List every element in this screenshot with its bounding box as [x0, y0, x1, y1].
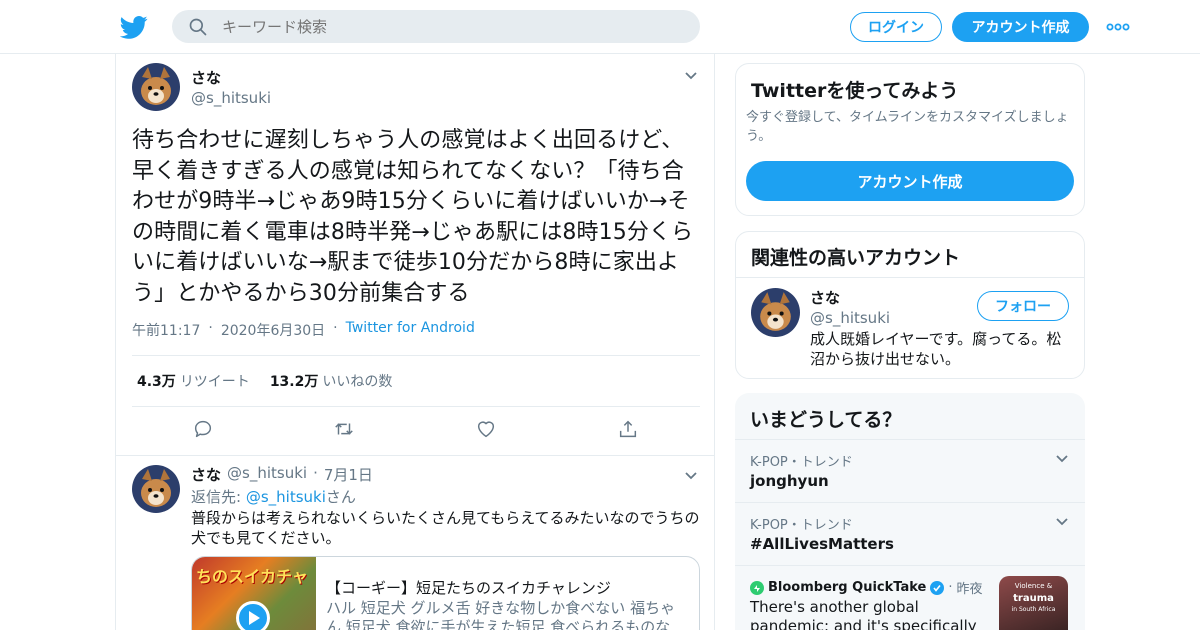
- trend-name: jonghyun: [750, 472, 829, 490]
- meta-separator: ·: [313, 464, 318, 482]
- reply-text: 普段からは考えられないくらいたくさん見てもらえてるみたいなのでうちの犬でも見てく…: [191, 509, 700, 547]
- handle: @s_hitsuki: [810, 309, 891, 327]
- card-title: 【コーギー】短足たちのスイカチャレンジ: [326, 579, 611, 597]
- related-account-name[interactable]: さな @s_hitsuki: [810, 287, 890, 327]
- tweet-meta: 午前11:17 · 2020年6月30日 · Twitter for Andro…: [132, 320, 475, 340]
- main-column: さな @s_hitsuki 待ち合わせに遅刻しちゃう人の感覚はよく出回るけど、早…: [115, 54, 715, 630]
- share-icon[interactable]: [617, 418, 639, 440]
- display-name: さな: [810, 289, 841, 307]
- more-options-icon[interactable]: [1106, 20, 1130, 34]
- like-label: いいねの数: [322, 374, 393, 390]
- like-count: 13.2万: [269, 374, 319, 390]
- search-icon: [189, 18, 207, 35]
- divider: [132, 355, 700, 356]
- meta-separator: ·: [333, 320, 338, 336]
- tweet-date[interactable]: 2020年6月30日: [221, 320, 325, 340]
- related-accounts-box: 関連性の高いアカウント さな @s_hitsuki フォロー 成人既婚レイヤーで…: [735, 231, 1085, 379]
- card-thumbnail: ちのスイカチャ: [192, 557, 316, 630]
- like-heart-icon[interactable]: [475, 418, 497, 440]
- verified-badge-icon: [930, 580, 945, 595]
- reply-to-suffix: さん: [325, 488, 356, 506]
- news-source-name: Bloomberg QuickTake: [768, 580, 927, 595]
- divider: [736, 277, 1084, 278]
- chevron-down-icon[interactable]: [684, 471, 698, 481]
- chevron-down-icon[interactable]: [684, 71, 698, 81]
- news-item[interactable]: Bloomberg QuickTake · 昨夜 There's another…: [735, 565, 1085, 630]
- like-stat[interactable]: 13.2万 いいねの数: [270, 371, 393, 391]
- trends-title: いまどうしてる？: [750, 409, 902, 431]
- tweet-actions: [116, 418, 714, 442]
- signup-prompt-title: Twitterを使ってみよう: [751, 80, 959, 102]
- signup-button[interactable]: アカウント作成: [952, 12, 1089, 42]
- reply-date[interactable]: 7月1日: [324, 464, 373, 485]
- retweet-label: リツイート: [179, 374, 250, 390]
- top-bar: ログイン アカウント作成: [0, 0, 1200, 54]
- video-card[interactable]: ちのスイカチャ 【コーギー】短足たちのスイカチャレンジ ハル 短足犬 グルメ舌 …: [191, 556, 700, 630]
- dog-avatar-icon: [132, 465, 180, 513]
- signup-prompt-subtitle: 今すぐ登録して、タイムラインをカスタマイズしましょう。: [746, 110, 1069, 144]
- chevron-down-icon[interactable]: [1055, 517, 1069, 527]
- reply-to-handle-link[interactable]: @s_hitsuki: [246, 488, 326, 506]
- handle[interactable]: @s_hitsuki: [227, 464, 307, 485]
- login-button[interactable]: ログイン: [850, 12, 942, 42]
- news-thumbnail-text: trauma: [1013, 593, 1054, 604]
- avatar[interactable]: [751, 288, 800, 337]
- reply-icon[interactable]: [192, 418, 214, 440]
- reply-to-prefix: 返信先:: [191, 488, 242, 506]
- news-thumbnail: Violence & trauma in South Africa: [999, 576, 1068, 630]
- reply-to-line: 返信先: @s_hitsukiさん: [191, 486, 356, 507]
- reply-header: さな @s_hitsuki · 7月1日: [191, 464, 373, 485]
- trend-category: K-POP・トレンド: [750, 455, 853, 470]
- trend-item[interactable]: K-POP・トレンド jonghyun: [735, 439, 1085, 502]
- handle: @s_hitsuki: [191, 89, 272, 107]
- avatar[interactable]: [132, 465, 180, 513]
- avatar[interactable]: [132, 63, 180, 111]
- divider: [116, 455, 714, 456]
- tweet-stats: 4.3万 リツイート 13.2万 いいねの数: [137, 371, 392, 391]
- follow-button[interactable]: フォロー: [977, 291, 1069, 321]
- meta-separator: ·: [948, 580, 953, 595]
- search-box[interactable]: [172, 10, 700, 43]
- meta-separator: ·: [208, 320, 213, 336]
- card-description: ハル 短足犬 グルメ舌 好きな物しか食べない 福ちゃん 短足犬 食欲に手が生えた…: [326, 599, 676, 630]
- retweet-count: 4.3万: [137, 374, 176, 390]
- display-name[interactable]: さな: [191, 464, 221, 485]
- related-accounts-title: 関連性の高いアカウント: [751, 247, 961, 269]
- news-thumbnail-text: in South Africa: [1011, 606, 1056, 613]
- account-bio: 成人既婚レイヤーです。腐ってる。松沼から抜け出せない。: [810, 330, 1062, 368]
- tweet-time[interactable]: 午前11:17: [132, 320, 200, 340]
- tweet-source-link[interactable]: Twitter for Android: [346, 320, 475, 340]
- search-input[interactable]: [222, 17, 662, 36]
- tweet-author[interactable]: さな @s_hitsuki: [191, 67, 271, 107]
- retweet-icon[interactable]: [333, 418, 355, 440]
- trend-category: K-POP・トレンド: [750, 518, 853, 533]
- news-time: 昨夜: [956, 582, 983, 597]
- trend-name: #AllLivesMatters: [750, 535, 894, 553]
- card-thumbnail-text: ちのスイカチャ: [196, 567, 308, 586]
- news-source: Bloomberg QuickTake · 昨夜: [750, 578, 983, 597]
- divider: [132, 406, 700, 407]
- tweet-text: 待ち合わせに遅刻しちゃう人の感覚はよく出回るけど、早く着きすぎる人の感覚は知られ…: [132, 128, 694, 306]
- signup-button[interactable]: アカウント作成: [746, 161, 1074, 201]
- retweet-stat[interactable]: 4.3万 リツイート: [137, 371, 250, 391]
- trend-item[interactable]: K-POP・トレンド #AllLivesMatters: [735, 502, 1085, 565]
- trends-box: いまどうしてる？ K-POP・トレンド jonghyun K-POP・トレンド …: [735, 393, 1085, 630]
- dog-avatar-icon: [132, 63, 180, 111]
- signup-prompt-box: Twitterを使ってみよう 今すぐ登録して、タイムラインをカスタマイズしましょ…: [735, 63, 1085, 216]
- play-icon[interactable]: [236, 601, 270, 630]
- news-thumbnail-text: Violence &: [1014, 582, 1053, 590]
- news-text: There's another global pandemic: and it'…: [750, 598, 977, 630]
- bloomberg-logo-icon: [750, 580, 764, 595]
- display-name: さな: [191, 69, 222, 87]
- chevron-down-icon[interactable]: [1055, 454, 1069, 464]
- twitter-bird-icon[interactable]: [120, 13, 148, 41]
- dog-avatar-icon: [751, 288, 800, 337]
